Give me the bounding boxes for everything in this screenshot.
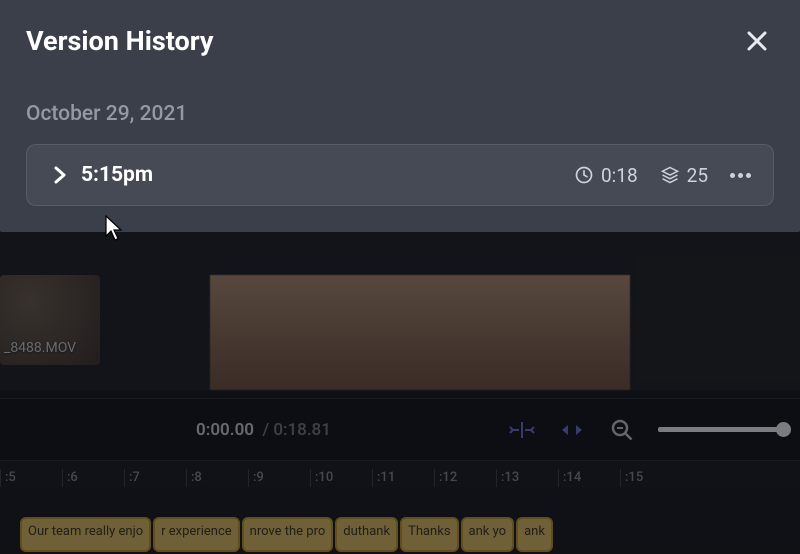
layers-icon [660,165,680,185]
duration-value: 0:18 [601,164,638,187]
chevron-right-icon [49,166,71,184]
version-layer-count: 25 [660,164,708,187]
version-time-label: 5:15pm [81,163,153,187]
modal-title: Version History [26,25,213,57]
version-more-button[interactable] [730,173,751,178]
clock-icon [574,165,594,185]
close-button[interactable] [740,24,774,58]
close-icon [745,29,769,53]
version-duration: 0:18 [574,164,638,187]
version-history-panel: Version History October 29, 2021 5:15pm … [0,0,800,232]
layer-count-value: 25 [687,164,708,187]
version-date-header: October 29, 2021 [26,102,774,126]
version-row[interactable]: 5:15pm 0:18 25 [26,144,774,206]
